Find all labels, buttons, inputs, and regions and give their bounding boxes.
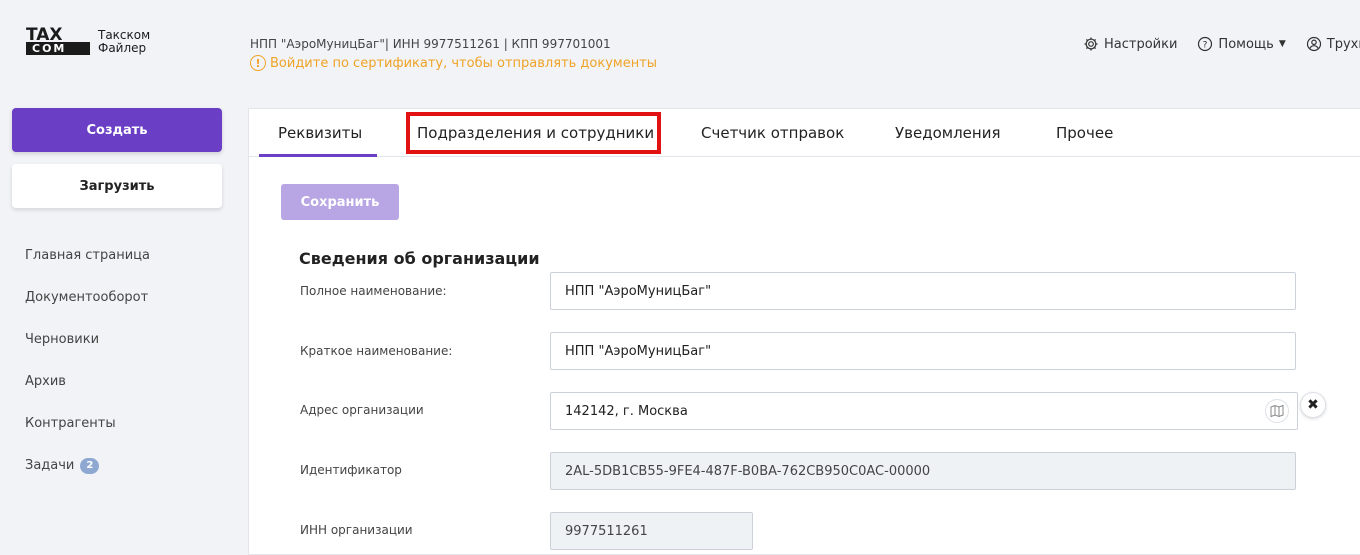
full-name-field[interactable]: НПП "АэроМуницБаг"	[550, 272, 1296, 310]
tab-send-counter[interactable]: Счетчик отправок	[701, 109, 844, 157]
sidebar-item-label: Задачи	[25, 458, 75, 473]
chevron-down-icon: ▼	[1278, 39, 1286, 49]
sidebar-item-document-flow[interactable]: Документооборот	[25, 290, 150, 332]
inn-value: 9977511261	[565, 523, 648, 539]
org-info: НПП "АэроМуницБаг"| ИНН 9977511261 | КПП…	[250, 37, 611, 51]
svg-text:?: ?	[1203, 41, 1208, 51]
tab-requisites[interactable]: Реквизиты	[278, 109, 362, 157]
sidebar-menu: Главная страница Документооборот Чернови…	[25, 248, 150, 500]
inn-label: ИНН организации	[300, 523, 413, 537]
address-field[interactable]: 142142, г. Москва	[550, 392, 1298, 430]
sidebar-item-home[interactable]: Главная страница	[25, 248, 150, 290]
sidebar-item-contractors[interactable]: Контрагенты	[25, 416, 150, 458]
user-menu[interactable]: Трухи	[1306, 36, 1360, 52]
inn-field: 9977511261	[550, 512, 753, 550]
gear-icon	[1084, 37, 1098, 51]
settings-link[interactable]: Настройки	[1083, 36, 1177, 52]
sidebar-item-tasks[interactable]: Задачи 2	[25, 458, 150, 500]
map-icon	[1270, 404, 1284, 418]
user-icon	[1306, 36, 1321, 52]
header: TAX COM Такском Файлер НПП "АэроМуницБаг…	[0, 0, 1360, 95]
tab-other[interactable]: Прочее	[1056, 109, 1113, 157]
sidebar-item-label: Главная страница	[25, 248, 150, 263]
logo-product-name: Такском Файлер	[98, 29, 150, 55]
active-tab-indicator	[259, 154, 377, 157]
help-label: Помощь	[1218, 36, 1274, 52]
logo-mark: TAX COM	[26, 27, 90, 55]
full-name-value: НПП "АэроМуницБаг"	[565, 283, 712, 299]
certificate-warning[interactable]: ! Войдите по сертификату, чтобы отправля…	[250, 55, 657, 71]
tab-bar: Реквизиты Подразделения и сотрудники Сче…	[249, 109, 1360, 157]
identifier-field: 2AL-5DB1CB55-9FE4-487F-B0BA-762CB950C0AC…	[550, 452, 1296, 490]
warning-icon: !	[250, 55, 266, 71]
identifier-label: Идентификатор	[300, 463, 402, 477]
top-nav: Настройки ? Помощь ▼ Трухи	[1083, 36, 1360, 52]
taxcom-logo[interactable]: TAX COM Такском Файлер	[26, 27, 166, 59]
logo-com-text: COM	[26, 42, 90, 55]
short-name-field[interactable]: НПП "АэроМуницБаг"	[550, 332, 1296, 370]
sidebar-item-drafts[interactable]: Черновики	[25, 332, 150, 374]
logo-name-line2: Файлер	[98, 41, 147, 55]
warning-text[interactable]: Войдите по сертификату, чтобы отправлять…	[270, 56, 657, 71]
address-value: 142142, г. Москва	[565, 403, 688, 419]
address-label: Адрес организации	[300, 403, 424, 417]
clear-address-button[interactable]: ✖	[1300, 392, 1326, 418]
main-panel: Реквизиты Подразделения и сотрудники Сче…	[248, 108, 1360, 555]
tab-notifications[interactable]: Уведомления	[895, 109, 1000, 157]
identifier-value: 2AL-5DB1CB55-9FE4-487F-B0BA-762CB950C0AC…	[565, 463, 931, 479]
help-menu[interactable]: ? Помощь ▼	[1197, 36, 1286, 52]
section-title: Сведения об организации	[299, 249, 540, 268]
short-name-label: Краткое наименование:	[300, 344, 453, 358]
create-button[interactable]: Создать	[12, 108, 222, 152]
sidebar-item-label: Архив	[25, 374, 66, 389]
help-icon: ?	[1198, 36, 1213, 52]
short-name-value: НПП "АэроМуницБаг"	[565, 343, 712, 359]
sidebar-item-label: Контрагенты	[25, 416, 116, 431]
sidebar-item-label: Документооборот	[25, 290, 149, 305]
save-button[interactable]: Сохранить	[281, 184, 399, 220]
map-button[interactable]	[1265, 399, 1289, 423]
sidebar-item-label: Черновики	[25, 332, 100, 347]
user-name: Трухи	[1326, 36, 1360, 52]
sidebar-item-archive[interactable]: Архив	[25, 374, 150, 416]
upload-button[interactable]: Загрузить	[12, 164, 222, 208]
tasks-count-badge: 2	[80, 458, 100, 474]
full-name-label: Полное наименование:	[300, 284, 447, 298]
settings-label: Настройки	[1104, 36, 1178, 52]
highlight-box	[406, 112, 661, 154]
